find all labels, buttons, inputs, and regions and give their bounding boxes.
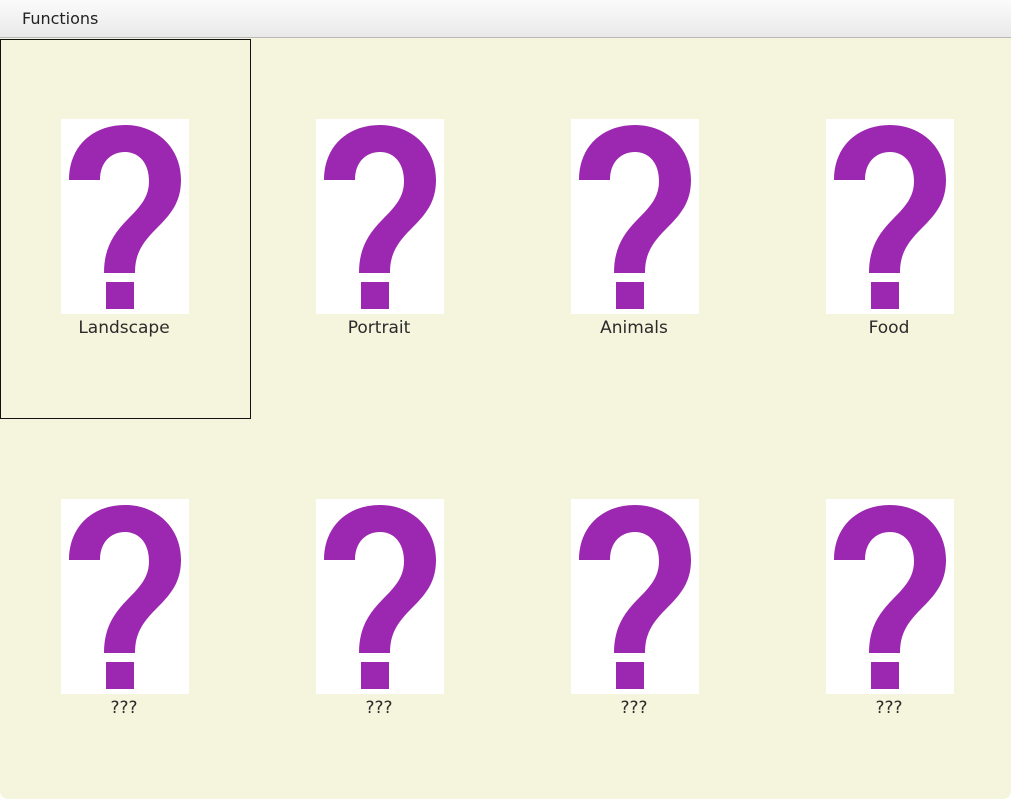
category-tile-unknown-4[interactable]: ??? [765, 419, 1011, 799]
question-mark-icon [834, 505, 946, 689]
thumbnail [316, 119, 444, 314]
thumbnail [571, 499, 699, 694]
tile-label: Landscape [78, 318, 170, 338]
category-tile-portrait[interactable]: Portrait [255, 39, 510, 419]
question-mark-icon [324, 125, 436, 309]
thumbnail [316, 499, 444, 694]
question-mark-icon [324, 505, 436, 689]
thumbnail [571, 119, 699, 314]
question-mark-icon [69, 505, 181, 689]
category-tile-landscape[interactable]: Landscape [0, 39, 251, 419]
thumbnail [826, 499, 954, 694]
category-tile-unknown-3[interactable]: ??? [510, 419, 765, 799]
category-grid: Landscape Portrait Animals Food ??? ??? … [0, 39, 1011, 799]
tile-label: ??? [365, 698, 393, 718]
tile-label: Animals [600, 318, 668, 338]
thumbnail [61, 499, 189, 694]
tile-label: ??? [620, 698, 648, 718]
thumbnail [826, 119, 954, 314]
app-window: Functions Landscape Portrait Animals Foo… [0, 0, 1011, 799]
tile-label: Food [868, 318, 910, 338]
menu-functions[interactable]: Functions [14, 7, 106, 31]
category-tile-unknown-1[interactable]: ??? [0, 419, 255, 799]
menu-bar: Functions [0, 0, 1011, 38]
question-mark-icon [579, 505, 691, 689]
tile-label: Portrait [347, 318, 411, 338]
category-tile-food[interactable]: Food [765, 39, 1011, 419]
category-tile-animals[interactable]: Animals [510, 39, 765, 419]
thumbnail [61, 119, 189, 314]
category-tile-unknown-2[interactable]: ??? [255, 419, 510, 799]
tile-label: ??? [875, 698, 903, 718]
question-mark-icon [834, 125, 946, 309]
tile-label: ??? [110, 698, 138, 718]
question-mark-icon [69, 125, 181, 309]
question-mark-icon [579, 125, 691, 309]
